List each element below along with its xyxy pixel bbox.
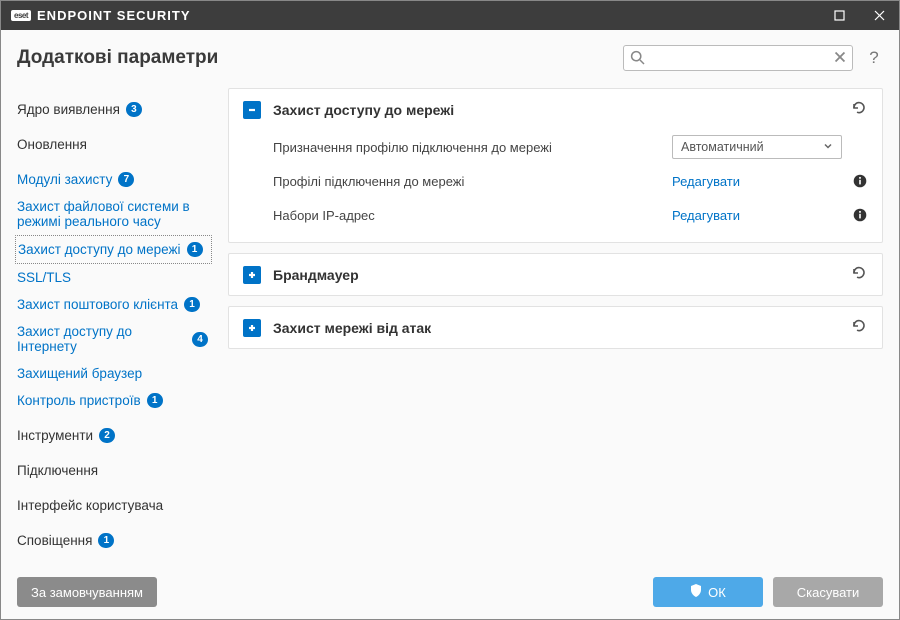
edit-link[interactable]: Редагувати xyxy=(672,174,842,189)
sidebar-item-7[interactable]: Захист доступу до Інтернету 4 xyxy=(17,318,212,360)
sidebar-item-13[interactable]: Сповіщення 1 xyxy=(17,527,212,554)
sidebar-item-label: Інструменти xyxy=(17,428,93,443)
undo-icon[interactable] xyxy=(850,264,868,285)
sidebar-item-label: Модулі захисту xyxy=(17,172,112,187)
panel-1: Брандмауер xyxy=(228,253,883,296)
badge: 7 xyxy=(118,172,134,187)
main-content: Захист доступу до мережі Призначення проф… xyxy=(228,88,883,565)
profile-select[interactable]: Автоматичний xyxy=(672,135,842,159)
setting-label: Призначення профілю підключення до мереж… xyxy=(273,140,662,155)
setting-row-0: Призначення профілю підключення до мереж… xyxy=(273,130,868,164)
sidebar-item-0[interactable]: Ядро виявлення 3 xyxy=(17,96,212,123)
sidebar-item-12[interactable]: Інтерфейс користувача xyxy=(17,492,212,519)
sidebar-item-11[interactable]: Підключення xyxy=(17,457,212,484)
window-close-button[interactable] xyxy=(859,1,899,30)
sidebar-item-label: Сповіщення xyxy=(17,533,92,548)
sidebar-item-label: Підключення xyxy=(17,463,98,478)
badge: 2 xyxy=(99,428,115,443)
expand-icon[interactable] xyxy=(243,319,261,337)
sidebar-item-label: Оновлення xyxy=(17,137,87,152)
panel-header[interactable]: Захист мережі від атак xyxy=(229,307,882,348)
edit-link[interactable]: Редагувати xyxy=(672,208,842,223)
badge: 1 xyxy=(187,242,203,257)
sidebar-item-label: Захист поштового клієнта xyxy=(17,297,178,312)
restore-defaults-button[interactable]: За замовчуванням xyxy=(17,577,157,607)
info-icon[interactable] xyxy=(852,208,868,222)
panel-2: Захист мережі від атак xyxy=(228,306,883,349)
chevron-down-icon xyxy=(823,140,833,154)
logo-badge: eset xyxy=(11,10,31,21)
sidebar-item-1[interactable]: Оновлення xyxy=(17,131,212,158)
sidebar-item-6[interactable]: Захист поштового клієнта 1 xyxy=(17,291,212,318)
badge: 4 xyxy=(192,332,208,347)
sidebar-item-label: Ядро виявлення xyxy=(17,102,120,117)
sidebar-item-label: Захист доступу до мережі xyxy=(18,242,181,257)
badge: 1 xyxy=(98,533,114,548)
undo-icon[interactable] xyxy=(850,317,868,338)
sidebar-item-4[interactable]: Захист доступу до мережі 1 xyxy=(15,235,212,264)
sidebar-item-label: SSL/TLS xyxy=(17,270,71,285)
setting-row-1: Профілі підключення до мережі Редагувати xyxy=(273,164,868,198)
panel-header[interactable]: Брандмауер xyxy=(229,254,882,295)
setting-label: Набори IP-адрес xyxy=(273,208,662,223)
panel-title: Брандмауер xyxy=(273,267,838,283)
panel-title: Захист мережі від атак xyxy=(273,320,838,336)
panel-title: Захист доступу до мережі xyxy=(273,102,838,118)
page-title: Додаткові параметри xyxy=(17,47,611,69)
sidebar-item-label: Захист доступу до Інтернету xyxy=(17,324,186,354)
panel-header[interactable]: Захист доступу до мережі xyxy=(229,89,882,130)
select-value: Автоматичний xyxy=(681,140,764,154)
panel-0: Захист доступу до мережі Призначення проф… xyxy=(228,88,883,243)
shield-icon xyxy=(690,584,702,600)
setting-row-2: Набори IP-адрес Редагувати xyxy=(273,198,868,232)
setting-label: Профілі підключення до мережі xyxy=(273,174,662,189)
cancel-button[interactable]: Скасувати xyxy=(773,577,883,607)
undo-icon[interactable] xyxy=(850,99,868,120)
panel-body: Призначення профілю підключення до мереж… xyxy=(229,130,882,242)
sidebar-item-label: Інтерфейс користувача xyxy=(17,498,163,513)
ok-button[interactable]: ОК xyxy=(653,577,763,607)
sidebar-item-label: Захищений браузер xyxy=(17,366,142,381)
help-button[interactable]: ? xyxy=(865,48,883,68)
clear-search-icon[interactable] xyxy=(833,50,847,67)
sidebar-item-label: Захист файлової системи в режимі реально… xyxy=(17,199,208,229)
search-input[interactable] xyxy=(623,45,853,71)
brand: eset ENDPOINT SECURITY xyxy=(11,8,191,23)
sidebar-item-9[interactable]: Контроль пристроїв 1 xyxy=(17,387,212,414)
sidebar-item-5[interactable]: SSL/TLS xyxy=(17,264,212,291)
expand-icon[interactable] xyxy=(243,266,261,284)
titlebar: eset ENDPOINT SECURITY xyxy=(1,1,899,30)
search-icon xyxy=(630,50,645,68)
collapse-icon[interactable] xyxy=(243,101,261,119)
info-icon[interactable] xyxy=(852,174,868,188)
footer: За замовчуванням ОК Скасувати xyxy=(1,565,899,619)
sidebar-item-10[interactable]: Інструменти 2 xyxy=(17,422,212,449)
badge: 1 xyxy=(184,297,200,312)
sidebar-item-2[interactable]: Модулі захисту 7 xyxy=(17,166,212,193)
window-maximize-button[interactable] xyxy=(819,1,859,30)
badge: 3 xyxy=(126,102,142,117)
sidebar-item-3[interactable]: Захист файлової системи в режимі реально… xyxy=(17,193,212,235)
sidebar: Ядро виявлення 3 Оновлення Модулі захисту 7 З… xyxy=(1,88,212,565)
sidebar-item-8[interactable]: Захищений браузер xyxy=(17,360,212,387)
search-box xyxy=(623,45,853,71)
badge: 1 xyxy=(147,393,163,408)
sidebar-item-label: Контроль пристроїв xyxy=(17,393,141,408)
header: Додаткові параметри ? xyxy=(1,30,899,78)
product-name: ENDPOINT SECURITY xyxy=(37,8,191,23)
